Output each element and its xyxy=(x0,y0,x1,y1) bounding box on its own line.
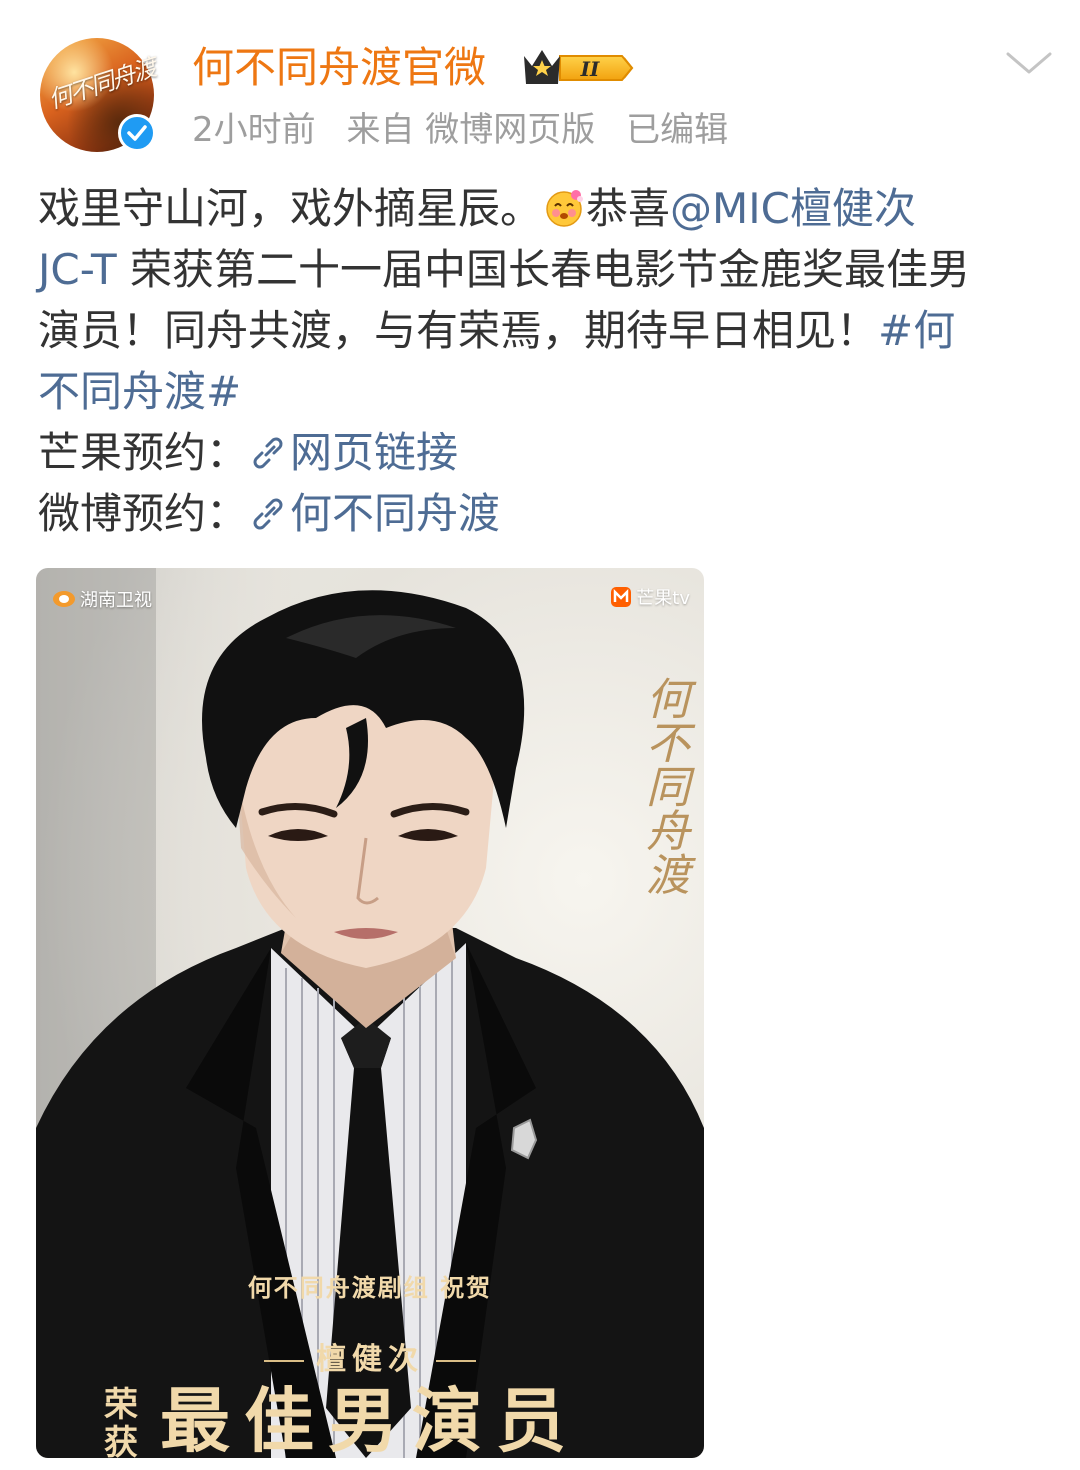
weibo-reservation-row: 微博预约： 何不同舟渡 xyxy=(38,483,1048,544)
username[interactable]: 何不同舟渡官微 xyxy=(192,40,486,96)
poster-caption-crew: 何不同舟渡剧组 祝贺 xyxy=(247,1273,493,1302)
post-meta: 2小时前 来自 微博网页版 已编辑 xyxy=(192,106,748,154)
mango-reservation-row: 芒果预约： 网页链接 xyxy=(38,422,1048,483)
hashtag-link-cont[interactable]: 不同舟渡# xyxy=(38,367,241,416)
post-line-4: 不同舟渡# xyxy=(38,361,1048,422)
post-line-2: JC-T 荣获第二十一届中国长春电影节金鹿奖最佳男 xyxy=(38,239,1048,300)
hashtag-link[interactable]: #何 xyxy=(878,306,955,355)
link-icon xyxy=(248,428,288,469)
link-icon xyxy=(248,489,288,530)
post-text: 荣获第二十一届中国长春电影节金鹿奖最佳男 xyxy=(116,245,971,294)
weibo-label: 微博预约： xyxy=(38,489,249,538)
post-image[interactable]: 湖南卫视 芒果tv 何不同舟渡 何不同舟渡剧组 祝贺 檀健次 荣获 最佳男演员 xyxy=(36,568,704,1458)
mention-link-cont[interactable]: JC-T xyxy=(38,245,117,294)
mention-link[interactable]: @MIC檀健次 xyxy=(670,184,916,233)
weibo-link[interactable]: 何不同舟渡 xyxy=(248,489,500,538)
verified-icon xyxy=(118,114,156,152)
post-time: 2小时前 xyxy=(192,110,316,150)
hunan-tv-logo: 湖南卫视 xyxy=(52,586,152,612)
edited-label[interactable]: 已编辑 xyxy=(626,110,728,150)
post-text: 戏里守山河，戏外摘星辰。 xyxy=(38,184,543,233)
post-line-3: 演员！同舟共渡，与有荣焉，期待早日相见！#何 xyxy=(38,300,1048,361)
poster-caption-award: 最佳男演员 xyxy=(160,1379,580,1458)
badge-level: II xyxy=(580,57,600,81)
member-badge-icon[interactable]: II xyxy=(520,44,636,92)
drama-title-art: 何不同舟渡 xyxy=(638,676,689,896)
mango-label: 芒果预约： xyxy=(38,428,249,477)
poster-caption-name: 檀健次 xyxy=(36,1334,704,1378)
post-body: 戏里守山河，戏外摘星辰。 恭喜@MIC檀健次 JC-T 荣获第二十一届中国长春电… xyxy=(38,178,1048,544)
mango-tv-logo: 芒果tv xyxy=(610,584,690,610)
post-text-congrats: 恭喜 xyxy=(586,184,671,233)
mango-link[interactable]: 网页链接 xyxy=(248,428,458,477)
chevron-down-icon[interactable] xyxy=(1002,44,1056,84)
post-text: 演员！同舟共渡，与有荣焉，期待早日相见！ xyxy=(38,306,879,355)
post-source[interactable]: 来自 微博网页版 xyxy=(346,110,595,150)
post-line-1: 戏里守山河，戏外摘星辰。 恭喜@MIC檀健次 xyxy=(38,178,1048,239)
blush-emoji-icon xyxy=(542,184,586,228)
